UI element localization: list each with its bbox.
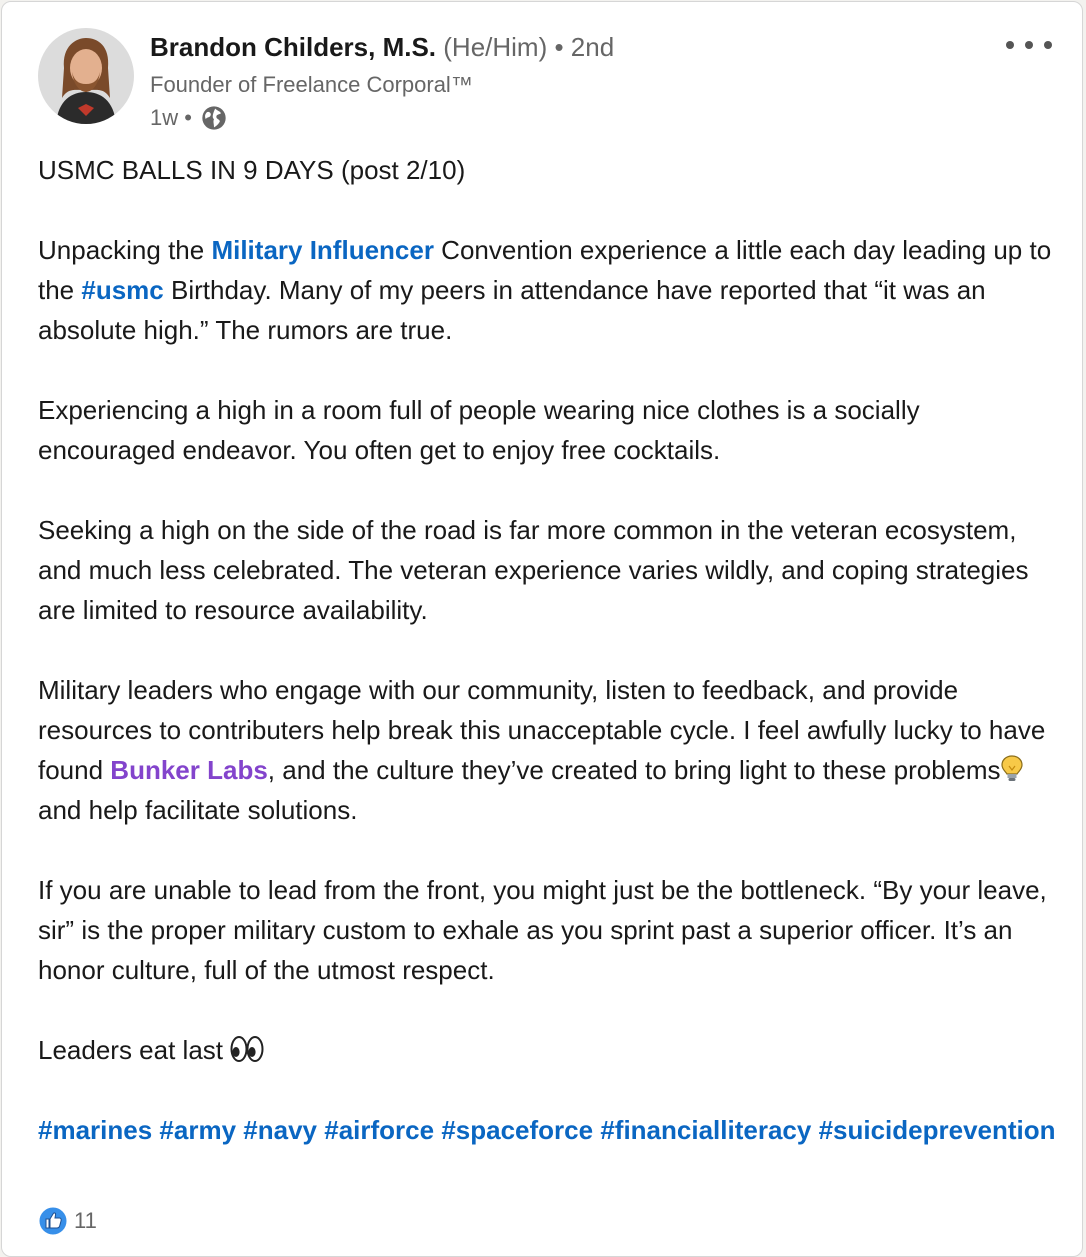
post-line-1: USMC BALLS IN 9 DAYS (post 2/10) [38, 155, 466, 185]
lightbulb-emoji-icon [1000, 755, 1023, 781]
hashtag-spaceforce[interactable]: #spaceforce [441, 1115, 593, 1145]
text-segment: Birthday. Many of my peers in attendance… [38, 275, 986, 345]
mention-military-influencer[interactable]: Military Influencer [211, 235, 434, 265]
author-name-line[interactable]: Brandon Childers, M.S. (He/Him) • 2nd [150, 32, 614, 63]
like-icon [38, 1206, 68, 1236]
post-paragraph-4: Seeking a high on the side of the road i… [38, 515, 1029, 625]
dot [1025, 41, 1033, 49]
post-paragraph-5: Military leaders who engage with our com… [38, 670, 1064, 830]
post-paragraph-3: Experiencing a high in a room full of pe… [38, 395, 920, 465]
text-segment: Unpacking the [38, 235, 212, 265]
hashtag-army[interactable]: #army [159, 1115, 236, 1145]
post-card: Brandon Childers, M.S. (He/Him) • 2nd Fo… [1, 1, 1083, 1257]
text-segment: and help facilitate solutions. [38, 795, 358, 825]
hashtag-airforce[interactable]: #airforce [324, 1115, 434, 1145]
hashtag-marines[interactable]: #marines [38, 1115, 152, 1145]
hashtags-paragraph: #marines #army #navy #airforce #spacefor… [38, 1110, 1064, 1150]
dot [1044, 41, 1052, 49]
text-segment: Leaders eat last [38, 1035, 231, 1065]
text-segment: , and the culture they’ve created to bri… [267, 755, 1001, 785]
post-body: USMC BALLS IN 9 DAYS (post 2/10) Unpacki… [38, 150, 1064, 1190]
avatar-photo-icon [38, 28, 134, 124]
hashtag-suicideprevention[interactable]: #suicideprevention [819, 1115, 1056, 1145]
author-avatar[interactable] [38, 28, 134, 124]
author-name[interactable]: Brandon Childers, M.S. [150, 32, 436, 62]
mention-bunker-labs[interactable]: Bunker Labs [110, 755, 268, 785]
post-paragraph-6: If you are unable to lead from the front… [38, 875, 1047, 985]
post-paragraph-2: Unpacking the Military Influencer Conven… [38, 230, 1064, 350]
author-pronouns-degree: (He/Him) • 2nd [443, 32, 615, 62]
dot [1006, 41, 1014, 49]
post-time-row: 1w • [150, 104, 228, 132]
hashtag-financialliteracy[interactable]: #financialliteracy [600, 1115, 811, 1145]
globe-icon [202, 106, 226, 130]
more-options-icon[interactable] [1006, 38, 1052, 52]
reaction-count: 11 [74, 1208, 97, 1233]
post-time: 1w • [150, 105, 192, 130]
post-paragraph-7: Leaders eat last [38, 1030, 1064, 1070]
reactions-summary[interactable]: 11 [38, 1206, 97, 1236]
author-headline: Founder of Freelance Corporal™ [150, 72, 473, 97]
eyes-emoji-icon [230, 1036, 264, 1062]
hashtag-navy[interactable]: #navy [243, 1115, 317, 1145]
hashtag-usmc[interactable]: #usmc [81, 275, 163, 305]
